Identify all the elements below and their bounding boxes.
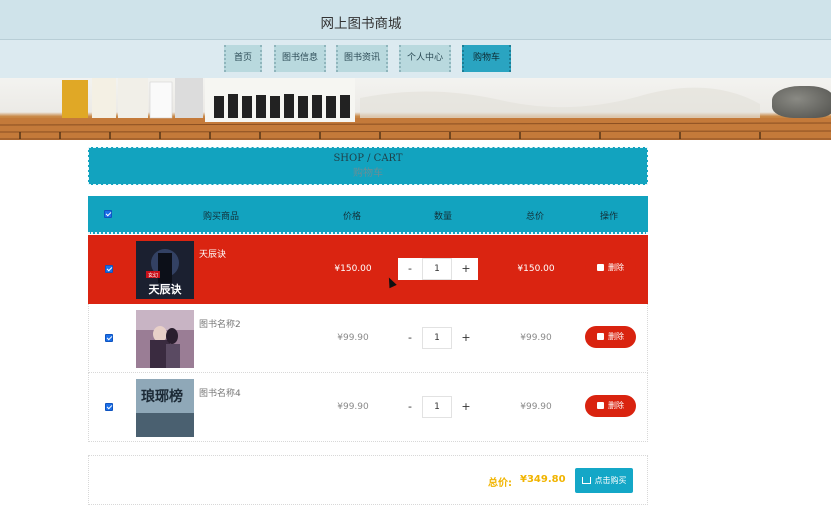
grand-total-value: ¥349.80 bbox=[520, 474, 566, 485]
header-quantity: 数量 bbox=[433, 212, 452, 222]
increase-quantity-button[interactable]: + bbox=[454, 327, 478, 349]
cart-summary: 总价: ¥349.80 点击购买 bbox=[88, 455, 648, 505]
decrease-quantity-button[interactable]: - bbox=[398, 258, 422, 280]
delete-label: 删除 bbox=[608, 401, 624, 410]
section-title-en: SHOP / CART bbox=[333, 153, 403, 164]
delete-label: 删除 bbox=[608, 332, 624, 341]
nav-book-news[interactable]: 图书资讯 bbox=[336, 45, 388, 72]
top-bar: 网上图书商城 bbox=[0, 0, 831, 40]
product-price: ¥99.90 bbox=[337, 333, 369, 343]
section-header: SHOP / CART 购物车 bbox=[88, 147, 648, 185]
cart-row: 图书名称2 ¥99.90 - 1 + ¥99.90 删除 bbox=[88, 304, 648, 373]
header-product: 购买商品 bbox=[202, 212, 239, 222]
row-total: ¥99.90 bbox=[520, 402, 552, 412]
cart-row: 玄幻 天辰诀 天辰诀 ¥150.00 - 1 + ¥150.00 删除 bbox=[88, 235, 648, 304]
banner-art bbox=[0, 78, 831, 140]
banner-image bbox=[0, 78, 831, 140]
quantity-input[interactable]: 1 bbox=[422, 396, 452, 418]
delete-label: 删除 bbox=[608, 263, 624, 272]
checkout-label: 点击购买 bbox=[594, 476, 627, 485]
nav-cart[interactable]: 购物车 bbox=[462, 45, 511, 72]
cart-icon bbox=[581, 477, 591, 484]
book-cover-thumbnail[interactable]: 玄幻 天辰诀 bbox=[136, 241, 194, 299]
nav-home[interactable]: 首页 bbox=[224, 45, 262, 72]
product-price: ¥99.90 bbox=[337, 402, 369, 412]
decrease-quantity-button[interactable]: - bbox=[398, 396, 422, 418]
section-title-cn: 购物车 bbox=[353, 168, 383, 179]
cover-title-text: 天辰诀 bbox=[149, 282, 183, 296]
checkout-button[interactable]: 点击购买 bbox=[575, 468, 633, 493]
header-total: 总价 bbox=[525, 212, 544, 222]
nav-book-info[interactable]: 图书信息 bbox=[274, 45, 326, 72]
product-name[interactable]: 图书名称4 bbox=[199, 386, 241, 399]
row-total: ¥99.90 bbox=[520, 333, 552, 343]
nav-personal-center[interactable]: 个人中心 bbox=[399, 45, 451, 72]
quantity-input[interactable]: 1 bbox=[422, 258, 452, 280]
product-name[interactable]: 天辰诀 bbox=[199, 247, 226, 260]
select-all-checkbox[interactable] bbox=[104, 210, 112, 218]
quantity-stepper: - 1 + bbox=[398, 396, 478, 418]
quantity-stepper: - 1 + bbox=[398, 327, 478, 349]
increase-quantity-button[interactable]: + bbox=[454, 396, 478, 418]
book-cover-thumbnail[interactable]: 琅琊榜 bbox=[136, 379, 194, 437]
row-checkbox[interactable] bbox=[105, 403, 113, 411]
cover-title-text: 琅琊榜 bbox=[141, 388, 183, 405]
table-header: 购买商品 价格 数量 总价 操作 bbox=[88, 196, 648, 234]
site-title: 网上图书商城 bbox=[320, 16, 402, 32]
trash-icon bbox=[597, 402, 604, 409]
quantity-input[interactable]: 1 bbox=[422, 327, 452, 349]
delete-button[interactable]: 删除 bbox=[585, 326, 636, 348]
product-price: ¥150.00 bbox=[334, 264, 372, 274]
header-price: 价格 bbox=[342, 212, 361, 222]
cover-badge-text: 玄幻 bbox=[148, 272, 158, 279]
trash-icon bbox=[597, 264, 604, 271]
row-checkbox[interactable] bbox=[105, 265, 113, 273]
delete-button[interactable]: 删除 bbox=[585, 395, 636, 417]
quantity-stepper: - 1 + bbox=[398, 258, 478, 280]
row-total: ¥150.00 bbox=[517, 264, 555, 274]
cart-row: 琅琊榜 图书名称4 ¥99.90 - 1 + ¥99.90 删除 bbox=[88, 373, 648, 442]
header-actions: 操作 bbox=[599, 212, 618, 222]
grand-total-label: 总价: bbox=[488, 478, 512, 489]
main-nav: 首页 图书信息 图书资讯 个人中心 购物车 bbox=[0, 40, 831, 78]
row-checkbox[interactable] bbox=[105, 334, 113, 342]
delete-button[interactable]: 删除 bbox=[585, 257, 636, 279]
banner-rock bbox=[772, 86, 831, 118]
book-cover-thumbnail[interactable] bbox=[136, 310, 194, 368]
increase-quantity-button[interactable]: + bbox=[454, 258, 478, 280]
decrease-quantity-button[interactable]: - bbox=[398, 327, 422, 349]
trash-icon bbox=[597, 333, 604, 340]
product-name[interactable]: 图书名称2 bbox=[199, 317, 241, 330]
